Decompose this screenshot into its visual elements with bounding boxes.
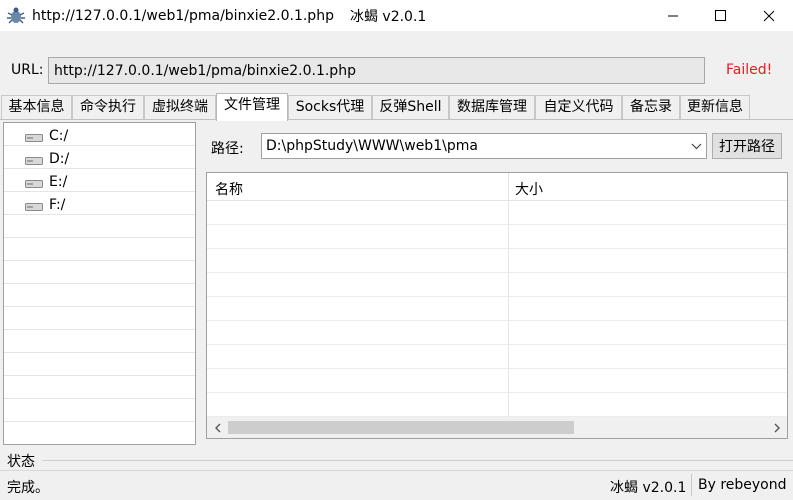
- column-header-size[interactable]: 大小: [515, 179, 543, 199]
- drive-label: E:/: [49, 173, 68, 190]
- chevron-left-icon: [214, 423, 220, 432]
- open-path-button[interactable]: 打开路径: [712, 133, 782, 159]
- window-title-app: 冰蝎 v2.0.1: [349, 8, 427, 25]
- window-title-url: http://127.0.0.1/web1/pma/binxie2.0.1.ph…: [32, 7, 334, 24]
- maximize-button[interactable]: [697, 0, 745, 31]
- tab-bar: 基本信息 命令执行 虚拟终端 文件管理 Socks代理 反弹Shell 数据库管…: [0, 93, 793, 121]
- chevron-right-icon: [774, 423, 780, 432]
- drive-item-c[interactable]: C:/: [4, 124, 195, 147]
- drive-item-d[interactable]: D:/: [4, 147, 195, 170]
- tab-socks-proxy[interactable]: Socks代理: [288, 95, 372, 119]
- status-group-divider: [42, 460, 793, 461]
- close-icon: [763, 10, 775, 21]
- title-bar[interactable]: http://127.0.0.1/web1/pma/binxie2.0.1.ph…: [0, 0, 793, 31]
- drive-label: C:/: [49, 127, 69, 144]
- tab-update-info[interactable]: 更新信息: [680, 95, 750, 119]
- scrollbar-thumb[interactable]: [228, 421, 574, 434]
- column-divider[interactable]: [508, 173, 509, 417]
- close-button[interactable]: [745, 0, 793, 31]
- tab-content-border: [0, 119, 793, 120]
- drive-label: D:/: [49, 150, 70, 167]
- status-text: 完成。: [7, 480, 49, 496]
- connection-status: Failed!: [726, 62, 773, 78]
- minimize-button[interactable]: [649, 0, 697, 31]
- scorpion-icon: [5, 5, 27, 27]
- tab-file-manager[interactable]: 文件管理: [216, 93, 288, 121]
- path-label: 路径:: [211, 141, 244, 157]
- horizontal-scrollbar[interactable]: [207, 417, 787, 438]
- tab-virtual-terminal[interactable]: 虚拟终端: [144, 95, 216, 119]
- table-header: 名称 大小: [207, 173, 787, 201]
- drive-tree[interactable]: C:/ D:/ E:/ F:/: [3, 122, 196, 445]
- hard-drive-icon: [25, 154, 43, 165]
- url-label: URL:: [11, 62, 44, 78]
- drive-item-f[interactable]: F:/: [4, 193, 195, 216]
- minimize-icon: [668, 15, 678, 16]
- status-group-label: 状态: [7, 454, 35, 470]
- hard-drive-icon: [25, 177, 43, 188]
- status-separator: [691, 474, 692, 496]
- maximize-icon: [715, 9, 726, 21]
- file-table[interactable]: 名称 大小: [206, 172, 788, 439]
- statusbar-divider: [0, 470, 793, 471]
- tab-memo[interactable]: 备忘录: [622, 95, 680, 119]
- url-row: URL: Failed!: [0, 56, 793, 86]
- path-value: D:\phpStudy\WWW\web1\pma: [266, 138, 478, 154]
- column-header-name[interactable]: 名称: [215, 179, 243, 199]
- status-author: By rebeyond: [698, 477, 787, 493]
- chevron-down-icon[interactable]: [691, 141, 702, 151]
- tab-command-exec[interactable]: 命令执行: [72, 95, 144, 119]
- table-rows: [207, 201, 787, 417]
- hard-drive-icon: [25, 200, 43, 211]
- path-combobox[interactable]: D:\phpStudy\WWW\web1\pma: [261, 133, 707, 159]
- drive-label: F:/: [49, 196, 66, 213]
- status-version: 冰蝎 v2.0.1: [610, 480, 687, 496]
- tab-basic-info[interactable]: 基本信息: [1, 95, 72, 119]
- scroll-right-button[interactable]: [766, 417, 787, 438]
- url-input[interactable]: [48, 57, 705, 84]
- drive-item-e[interactable]: E:/: [4, 170, 195, 193]
- tab-custom-code[interactable]: 自定义代码: [535, 95, 622, 119]
- tab-database-manager[interactable]: 数据库管理: [449, 95, 535, 119]
- tab-reverse-shell[interactable]: 反弹Shell: [372, 95, 449, 119]
- hard-drive-icon: [25, 131, 43, 142]
- scroll-left-button[interactable]: [207, 417, 228, 438]
